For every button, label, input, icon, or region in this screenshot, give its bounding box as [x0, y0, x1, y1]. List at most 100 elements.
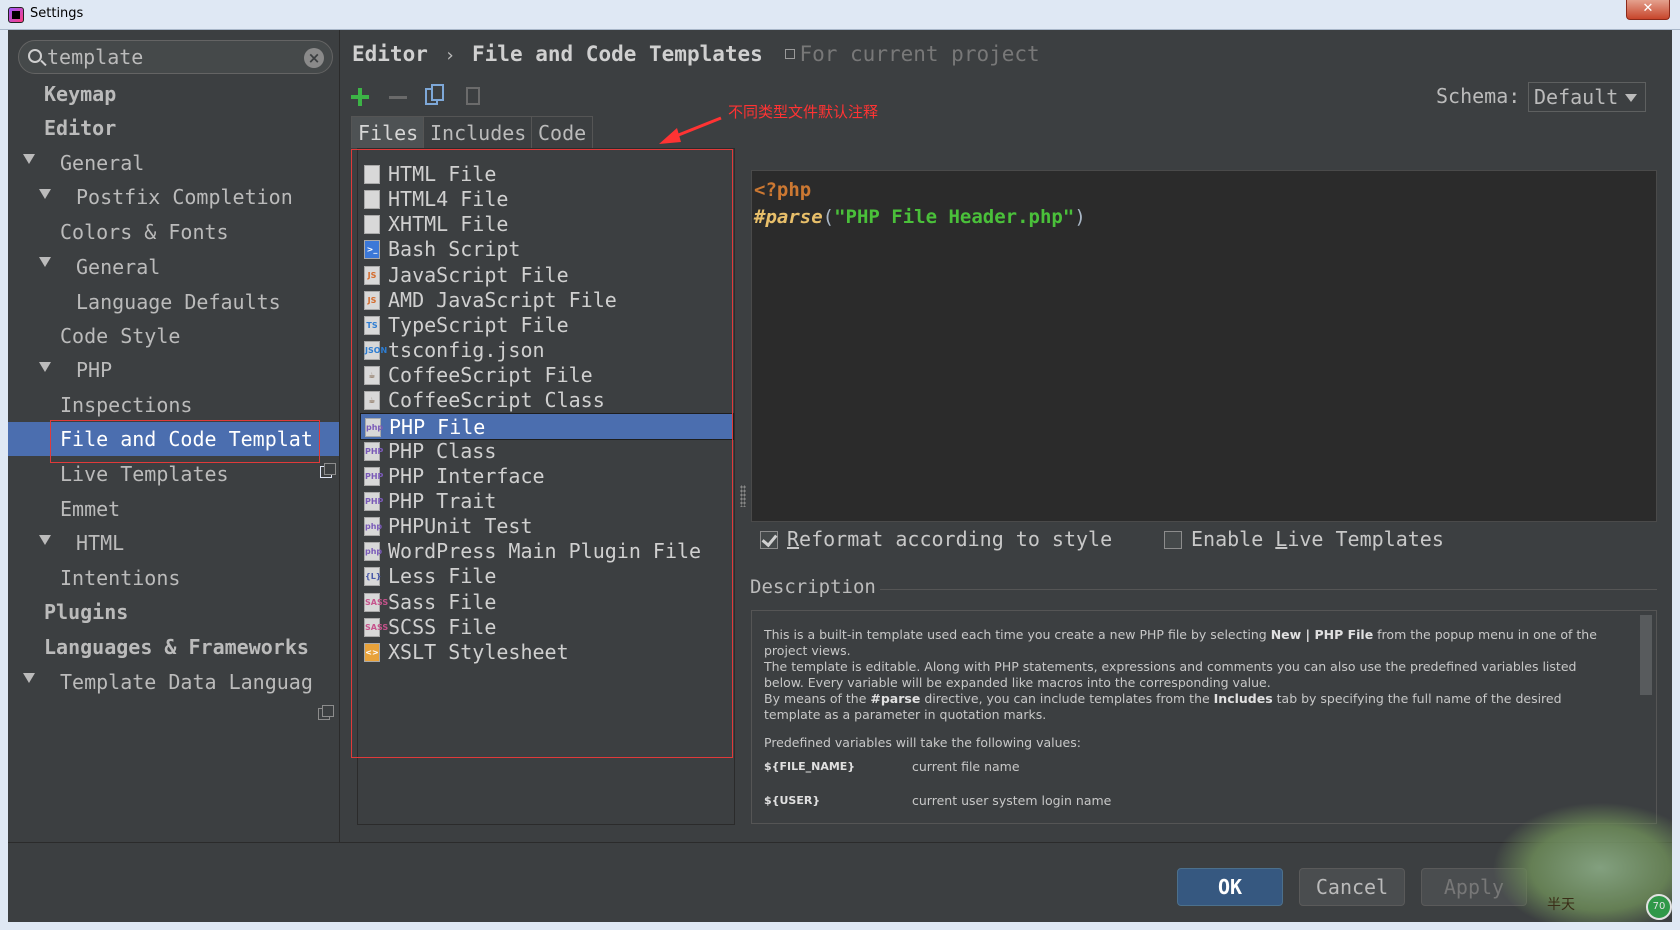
ok-button[interactable]: OK [1177, 868, 1283, 906]
file-template-row[interactable]: PHP PHP Trait [360, 488, 734, 515]
sidebar-item-intentions[interactable]: Intentions [8, 561, 339, 595]
clear-search-icon[interactable]: × [304, 48, 324, 68]
file-template-row[interactable]: PHP PHP Interface [360, 463, 734, 490]
tab-includes[interactable]: Includes [423, 116, 534, 148]
copy-template-icon[interactable] [423, 84, 449, 110]
reset-template-icon[interactable] [461, 84, 487, 110]
sidebar-item-emmet[interactable]: Emmet [8, 492, 339, 526]
template-code-editor[interactable]: <?php #parse("PHP File Header.php") [751, 170, 1657, 522]
sidebar-item-label: Plugins [44, 600, 129, 624]
sidebar-item-label: Emmet [60, 497, 121, 521]
chevron-down-icon [1625, 94, 1637, 102]
sidebar-item-label: General [76, 255, 161, 279]
template-file-list[interactable]: HTML File HTML4 File XHTML File >_ Bash Scri… [357, 148, 735, 825]
file-template-row[interactable]: SASS SCSS File [360, 614, 734, 641]
file-template-label: JavaScript File [388, 262, 569, 287]
file-template-row[interactable]: JS AMD JavaScript File [360, 287, 734, 314]
tab-code[interactable]: Code [531, 116, 594, 148]
file-template-row[interactable]: HTML4 File [360, 186, 734, 213]
tab-files[interactable]: Files [351, 116, 426, 148]
sidebar-item-template-data-languages[interactable]: Template Data Languag [8, 665, 312, 699]
less-file-icon: {L} [364, 567, 382, 587]
remove-template-icon[interactable] [385, 84, 411, 110]
sidebar-item-live-templates[interactable]: Live Templates [8, 457, 339, 491]
variable-desc: current user system login name [912, 793, 1112, 808]
variable-row: ${FILE_NAME} current file name [764, 759, 1616, 793]
coffee-file-icon: ☕ [364, 391, 380, 411]
tab-label: Files [358, 121, 419, 145]
cancel-button[interactable]: Cancel [1299, 868, 1405, 906]
file-template-row[interactable]: php WordPress Main Plugin File [360, 538, 734, 565]
code-line: #parse("PHP File Header.php") [754, 204, 1654, 231]
divider [8, 842, 1672, 843]
file-template-row[interactable]: php PHP File [360, 412, 734, 440]
php-file-icon: PHP [364, 441, 383, 461]
mnemonic-letter: R [787, 527, 800, 551]
sidebar-item-label: Intentions [60, 566, 181, 590]
title-bar: Settings ✕ [0, 0, 1680, 30]
file-template-label: SCSS File [388, 614, 497, 639]
json-file-icon: JSON [364, 341, 387, 361]
file-template-row[interactable]: >_ Bash Script [360, 236, 734, 263]
reformat-label[interactable]: Reformat according to style [787, 527, 1112, 551]
sidebar-item-emmet-html[interactable]: HTML [8, 526, 339, 560]
sidebar-item-languages-frameworks[interactable]: Languages & Frameworks [8, 630, 339, 664]
window-close-button[interactable]: ✕ [1626, 0, 1670, 20]
divider [880, 589, 1657, 590]
sidebar-item-language-defaults[interactable]: Language Defaults [8, 285, 339, 319]
scrollbar[interactable] [1640, 615, 1652, 695]
sidebar-item-plugins[interactable]: Plugins [8, 595, 339, 629]
php-open-tag: <?php [754, 179, 812, 201]
sidebar-item-inspections[interactable]: Inspections [8, 388, 339, 422]
file-template-label: PHPUnit Test [388, 514, 533, 539]
sidebar-item-postfix-completion[interactable]: Postfix Completion [8, 180, 339, 214]
file-template-row[interactable]: TS TypeScript File [360, 312, 734, 339]
search-input[interactable] [47, 45, 297, 69]
variable-name: ${USER} [764, 794, 821, 807]
live-templates-label[interactable]: Enable Live Templates [1191, 527, 1444, 551]
file-template-row[interactable]: <> XSLT Stylesheet [360, 639, 734, 666]
xslt-file-icon: <> [364, 642, 380, 662]
reformat-checkbox[interactable] [760, 531, 778, 549]
javascript-file-icon: JS [364, 290, 380, 310]
file-template-row[interactable]: {L} Less File [360, 563, 734, 590]
file-template-row[interactable]: XHTML File [360, 211, 734, 238]
tab-label: Includes [430, 121, 527, 145]
file-template-row[interactable]: SASS Sass File [360, 589, 734, 616]
sidebar-item-general[interactable]: General [8, 146, 339, 180]
file-template-row[interactable]: PHP PHP Class [360, 438, 734, 465]
file-template-label: AMD JavaScript File [388, 287, 617, 312]
label-text: ive Templates [1287, 527, 1444, 551]
file-template-row[interactable]: JSON tsconfig.json [360, 337, 734, 364]
description-paragraph: Predefined variables will take the follo… [764, 735, 1081, 750]
sidebar-item-label: Inspections [60, 393, 193, 417]
bold-text: Includes [1213, 691, 1273, 706]
file-template-row[interactable]: ☕ CoffeeScript Class [360, 387, 734, 414]
file-template-row[interactable]: JS JavaScript File [360, 262, 734, 289]
sidebar-item-label: HTML [76, 531, 125, 555]
coffee-file-icon: ☕ [364, 366, 380, 386]
schema-dropdown[interactable]: Default [1528, 82, 1646, 112]
php-file-icon: php [364, 517, 382, 537]
sidebar-item-editor[interactable]: Editor [8, 111, 339, 145]
description-paragraph: The template is editable. Along with PHP… [764, 659, 1577, 690]
variable-desc: current file name [912, 759, 1020, 774]
sidebar-item-label: Editor [44, 116, 117, 140]
sidebar-item-keymap[interactable]: Keymap [8, 77, 339, 111]
file-template-row[interactable]: HTML File [360, 161, 734, 188]
project-scope-icon [785, 49, 796, 59]
file-template-row[interactable]: php PHPUnit Test [360, 513, 734, 540]
sidebar-item-label: PHP [76, 358, 113, 382]
text: This is a built-in template used each ti… [764, 627, 1271, 642]
splitter-handle[interactable] [740, 485, 746, 507]
sidebar-item-code-style[interactable]: Code Style [8, 319, 339, 353]
open-paren: ( [822, 206, 835, 228]
project-scope-icon [318, 705, 334, 720]
sidebar-item-colors-fonts[interactable]: Colors & Fonts [8, 215, 339, 249]
file-template-row[interactable]: ☕ CoffeeScript File [360, 362, 734, 389]
sidebar-item-colors-general[interactable]: General [8, 250, 339, 284]
window-frame-left [0, 30, 8, 930]
live-templates-checkbox[interactable] [1164, 531, 1182, 549]
add-template-icon[interactable] [347, 84, 373, 110]
sidebar-item-code-style-php[interactable]: PHP [8, 353, 339, 387]
